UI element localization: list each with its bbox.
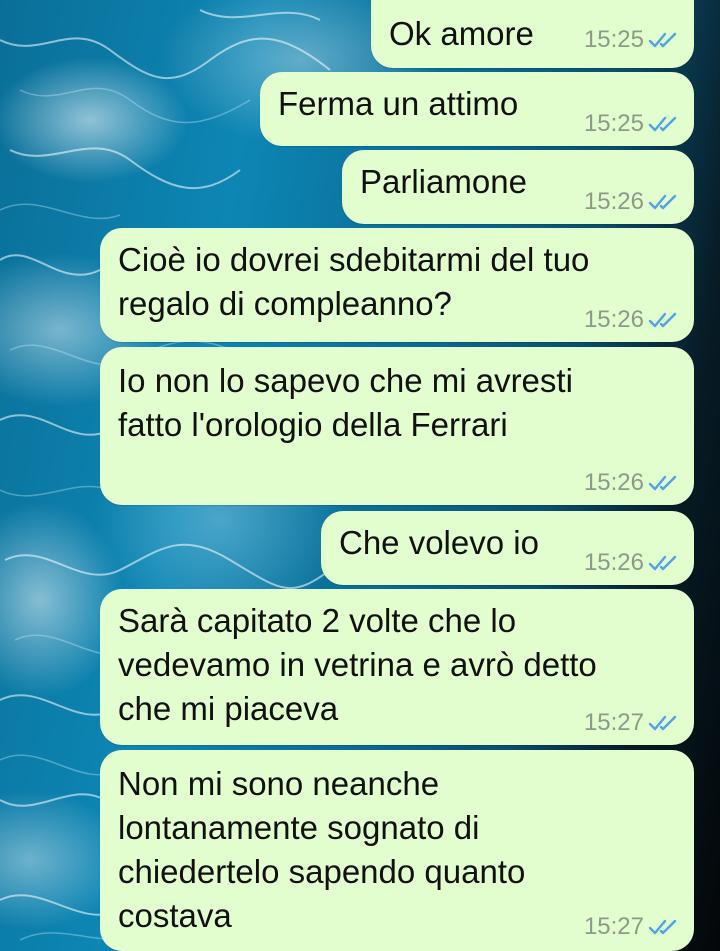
message-meta: 15:26 [584,469,680,497]
message-text: Cioè io dovrei sdebitarmi del tuo regalo… [118,241,590,322]
message-meta: 15:26 [584,306,680,334]
message-meta: 15:25 [584,26,680,54]
message-time: 15:26 [583,188,644,215]
double-check-icon [648,194,677,210]
message-time: 15:26 [583,306,644,333]
message-time: 15:26 [583,549,644,576]
double-check-icon [648,715,677,731]
message-time: 15:26 [583,469,644,496]
message-bubble-outgoing[interactable]: Parliamone 15:26 [342,150,694,224]
message-text: Ferma un attimo [278,85,519,122]
message-text: Ok amore [389,15,534,52]
message-bubble-outgoing[interactable]: Sarà capitato 2 volte che lo vedevamo in… [100,589,694,745]
double-check-icon [648,475,677,491]
double-check-icon [648,555,677,571]
message-bubble-outgoing[interactable]: Che volevo io 15:26 [321,511,694,585]
message-time: 15:27 [583,913,644,940]
message-meta: 15:25 [584,110,680,138]
message-time: 15:27 [583,709,644,736]
message-meta: 15:27 [584,709,680,737]
message-text: Sarà capitato 2 volte che lo vedevamo in… [118,602,597,727]
double-check-icon [648,116,677,132]
message-time: 15:25 [583,26,644,53]
double-check-icon [648,312,677,328]
double-check-icon [648,919,677,935]
message-bubble-outgoing[interactable]: Io non lo sapevo che mi avresti fatto l'… [100,347,694,505]
message-meta: 15:26 [584,549,680,577]
message-bubble-outgoing[interactable]: Non mi sono neanche lontanamente sognato… [100,750,694,951]
message-text: Io non lo sapevo che mi avresti fatto l'… [118,362,573,443]
message-text: Che volevo io [339,524,539,561]
message-text: Parliamone [360,163,527,200]
message-bubble-outgoing[interactable]: Ferma un attimo 15:25 [260,72,694,146]
message-meta: 15:27 [584,913,680,941]
message-time: 15:25 [583,110,644,137]
double-check-icon [648,32,677,48]
message-meta: 15:26 [584,188,680,216]
message-text: Non mi sono neanche lontanamente sognato… [118,765,526,934]
message-bubble-outgoing[interactable]: Ok amore 15:25 [371,0,694,68]
message-bubble-outgoing[interactable]: Cioè io dovrei sdebitarmi del tuo regalo… [100,228,694,342]
